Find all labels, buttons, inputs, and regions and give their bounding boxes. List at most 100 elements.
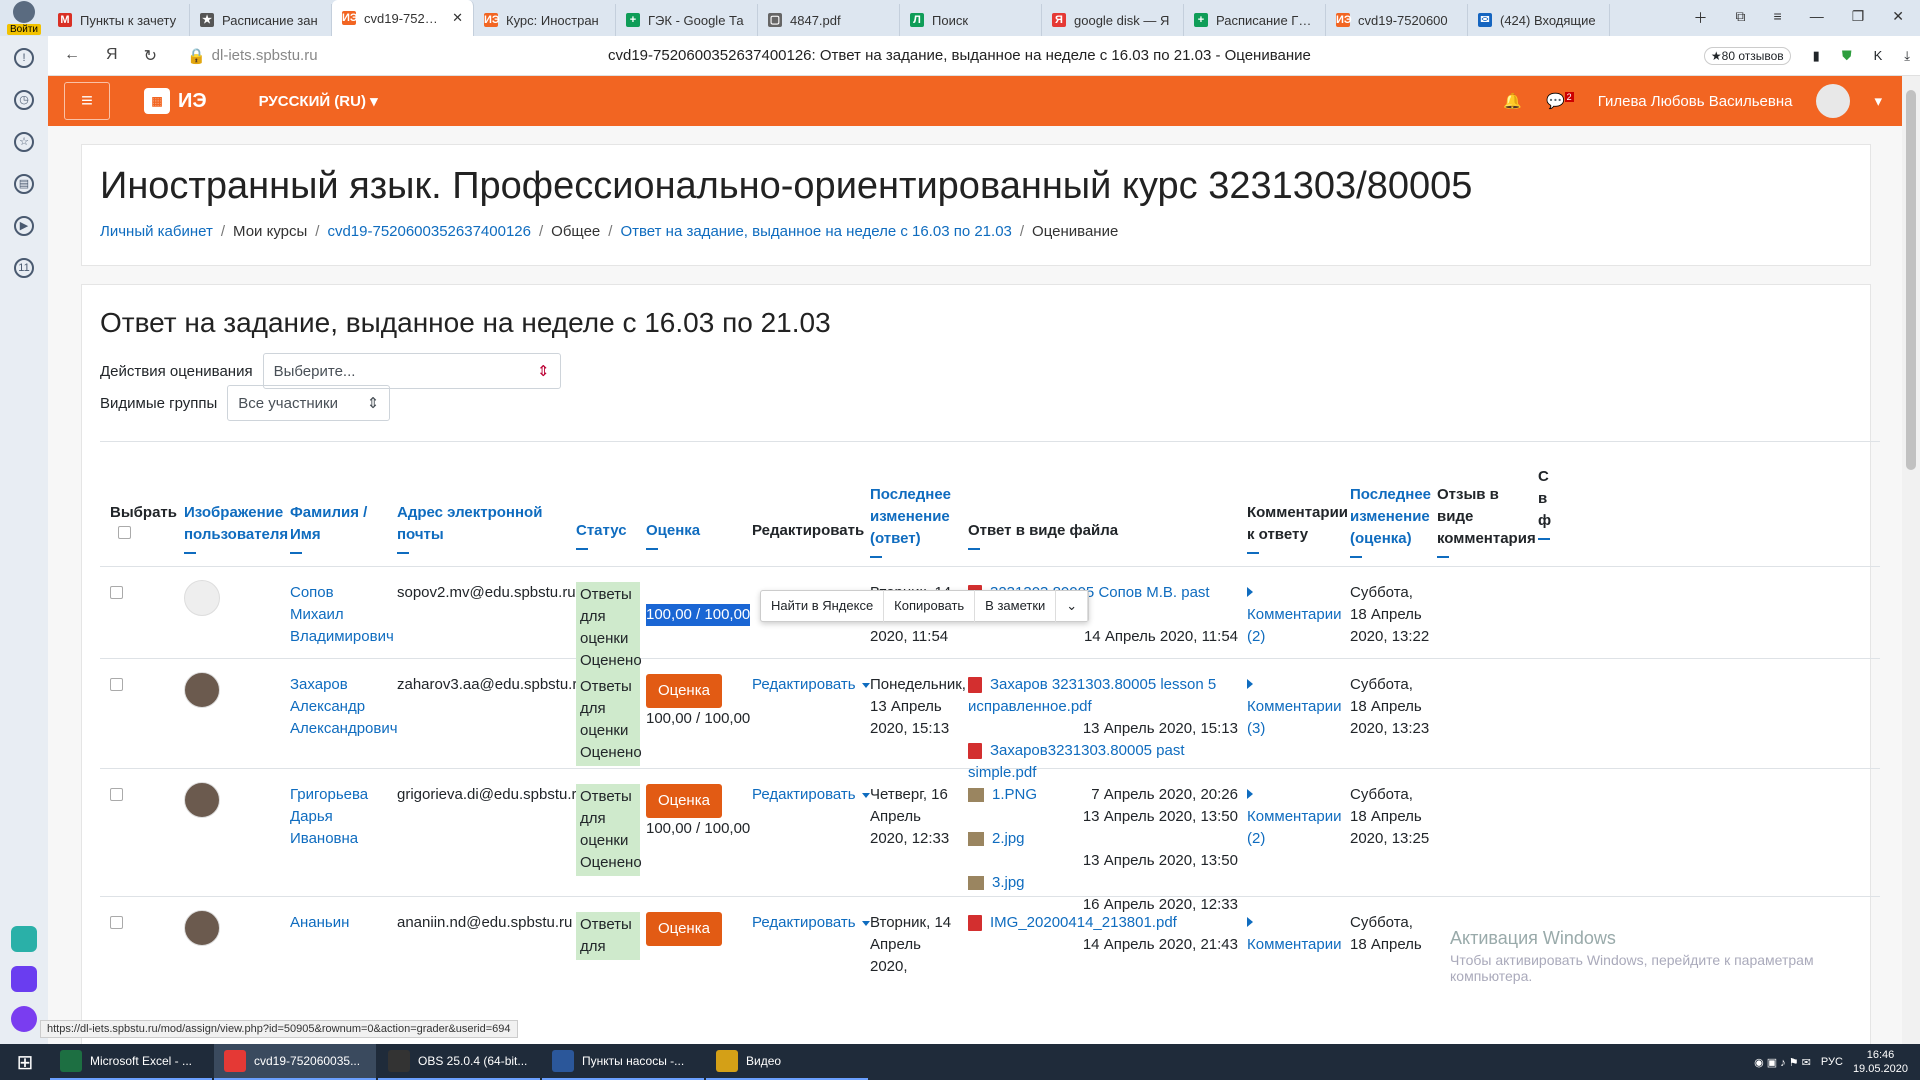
browser-tab[interactable]: ИЭ cvd19-752060 ✕ <box>332 0 474 36</box>
user-picture[interactable] <box>184 782 220 818</box>
download-icon[interactable]: ⤓ <box>1904 48 1910 64</box>
tab-close-icon[interactable]: ✕ <box>452 10 463 26</box>
reviews-badge[interactable]: ★80 отзывов <box>1703 46 1791 65</box>
yandex-icon[interactable]: Я <box>106 46 118 66</box>
bell-icon[interactable]: ! <box>14 48 34 68</box>
user-name-link[interactable]: Григорьева Дарья Ивановна <box>290 784 390 850</box>
hamburger-menu-icon[interactable]: ≡ <box>64 82 110 120</box>
grade-button[interactable]: Оценка <box>646 674 722 708</box>
tabs-menu-icon[interactable]: ⧉ <box>1736 8 1746 28</box>
file-link[interactable]: 2.jpg <box>992 830 1025 847</box>
taskbar-app[interactable]: Пункты насосы -... <box>542 1044 704 1080</box>
collapse-column-icon[interactable] <box>1538 538 1550 540</box>
star-icon[interactable]: ☆ <box>14 132 34 152</box>
chevron-down-icon[interactable]: ⌄ <box>1056 590 1089 622</box>
language-menu[interactable]: РУССКИЙ (RU) ▾ <box>259 92 378 110</box>
comments-toggle[interactable]: Комментарии (3) <box>1247 674 1347 740</box>
file-link[interactable]: IMG_20200414_213801.pdf <box>990 914 1177 931</box>
menu-icon[interactable]: ≡ <box>1774 8 1782 28</box>
collections-icon[interactable]: ▤ <box>14 174 34 194</box>
maximize-icon[interactable]: ❐ <box>1852 8 1865 28</box>
alice-icon[interactable] <box>11 1006 37 1032</box>
collapse-column-icon[interactable] <box>870 556 882 558</box>
comments-toggle[interactable]: Комментарии <box>1247 912 1347 956</box>
user-name-link[interactable]: Ананьин <box>290 912 390 934</box>
taskbar-app[interactable]: Microsoft Excel - ... <box>50 1044 212 1080</box>
file-link[interactable]: Захаров 3231303.80005 lesson 5 исправлен… <box>968 676 1216 715</box>
site-logo[interactable]: ▦ ИЭ <box>144 88 207 114</box>
language-indicator[interactable]: РУС <box>1821 1056 1843 1068</box>
user-menu-caret-icon[interactable]: ▾ <box>1874 92 1882 110</box>
browser-tab[interactable]: ★ Расписание зан <box>190 4 332 36</box>
context-menu-item[interactable]: Копировать <box>884 590 976 622</box>
grading-actions-select[interactable]: Выберите... ⇕ <box>262 353 561 389</box>
file-link[interactable]: 1.PNG <box>992 786 1037 803</box>
back-icon[interactable]: ← <box>64 46 80 66</box>
video-icon[interactable]: ▶ <box>14 216 34 236</box>
comments-link[interactable]: Комментарии (2) <box>1247 806 1347 850</box>
browser-tab[interactable]: ИЭ Курс: Иностран <box>474 4 616 36</box>
shield-icon[interactable]: ⛊ <box>1842 48 1852 64</box>
row-checkbox[interactable] <box>110 916 123 929</box>
collapse-column-icon[interactable] <box>968 548 980 550</box>
select-all-checkbox[interactable] <box>118 526 131 539</box>
context-menu-item[interactable]: В заметки <box>975 590 1057 622</box>
browser-tab[interactable]: ИЭ cvd19-7520600 <box>1326 4 1468 36</box>
user-avatar[interactable] <box>1816 84 1851 118</box>
column-header-picture[interactable]: Изображение пользователя <box>184 502 288 554</box>
user-picture[interactable] <box>184 672 220 708</box>
url-field[interactable]: 🔒 dl-iets.spbstu.ru <box>187 47 318 65</box>
tray-icons[interactable]: ◉ ▣ ♪ ⚑ ✉ <box>1754 1056 1811 1069</box>
comments-toggle[interactable]: Комментарии (2) <box>1247 582 1347 648</box>
row-checkbox[interactable] <box>110 678 123 691</box>
row-checkbox[interactable] <box>110 788 123 801</box>
breadcrumb-item[interactable]: Ответ на задание, выданное на неделе с 1… <box>620 223 1011 240</box>
breadcrumb-item[interactable]: cvd19-752060035263740012​6 <box>327 223 531 240</box>
browser-tab[interactable]: M Пункты к зачету <box>48 4 190 36</box>
calendar-icon[interactable]: 11 <box>14 258 34 278</box>
column-header-email[interactable]: Адрес электронной почты <box>397 502 557 554</box>
scrollbar-thumb[interactable] <box>1906 90 1916 470</box>
file-link[interactable]: 3.jpg <box>992 874 1025 891</box>
page-scrollbar[interactable] <box>1902 76 1920 1044</box>
column-header-grade[interactable]: Оценка <box>646 520 736 550</box>
comments-link[interactable]: Комментарии <box>1247 934 1347 956</box>
profile-button[interactable]: Войти <box>0 0 48 36</box>
messenger-icon[interactable] <box>11 926 37 952</box>
taskbar-app[interactable]: cvd19-752060035... <box>214 1044 376 1080</box>
grade-button[interactable]: Оценка <box>646 912 722 946</box>
browser-tab[interactable]: Яgoogle disk — Я <box>1042 4 1184 36</box>
comments-link[interactable]: Комментарии (2) <box>1247 604 1347 648</box>
minimize-icon[interactable]: — <box>1810 8 1824 28</box>
collapse-column-icon[interactable] <box>1350 556 1362 558</box>
file-link[interactable]: Захаров3231303.80005 past simple.pdf <box>968 742 1185 781</box>
collapse-column-icon[interactable] <box>1437 556 1449 558</box>
column-header-last-grade[interactable]: Последнее изменение (оценка) <box>1350 484 1431 558</box>
collapse-column-icon[interactable] <box>646 548 658 550</box>
reload-icon[interactable]: ↻ <box>144 46 157 66</box>
row-checkbox[interactable] <box>110 586 123 599</box>
collapse-column-icon[interactable] <box>184 552 196 554</box>
browser-tab[interactable]: + Расписание ГИА <box>1184 4 1326 36</box>
clock[interactable]: 16:46 19.05.2020 <box>1853 1048 1908 1076</box>
groups-select[interactable]: Все участники ⇕ <box>227 385 391 421</box>
edit-menu-link[interactable]: Редактировать <box>752 674 870 696</box>
collapse-column-icon[interactable] <box>290 552 302 554</box>
column-header-status[interactable]: Статус <box>576 520 636 550</box>
collapse-column-icon[interactable] <box>397 552 409 554</box>
app-icon[interactable] <box>11 966 37 992</box>
comments-link[interactable]: Комментарии (3) <box>1247 696 1347 740</box>
grade-button[interactable]: Оценка <box>646 784 722 818</box>
user-name-link[interactable]: Сопов Михаил Владимирович <box>290 582 394 648</box>
browser-tab[interactable]: ✉ (424) Входящие <box>1468 4 1610 36</box>
browser-tab[interactable]: ▢ 4847.pdf <box>758 4 900 36</box>
windows-start-icon[interactable]: ⊞ <box>0 1044 50 1080</box>
user-name-link[interactable]: Захаров Александр Александрович <box>290 674 398 740</box>
comments-toggle[interactable]: Комментарии (2) <box>1247 784 1347 850</box>
kaspersky-icon[interactable]: K <box>1874 48 1883 63</box>
column-header-name[interactable]: Фамилия / Имя <box>290 502 390 554</box>
edit-menu-link[interactable]: Редактировать <box>752 912 870 934</box>
taskbar-app[interactable]: OBS 25.0.4 (64-bit... <box>378 1044 540 1080</box>
notifications-icon[interactable]: 🔔 <box>1503 92 1522 110</box>
new-tab-icon[interactable]: ＋ <box>1694 8 1708 28</box>
